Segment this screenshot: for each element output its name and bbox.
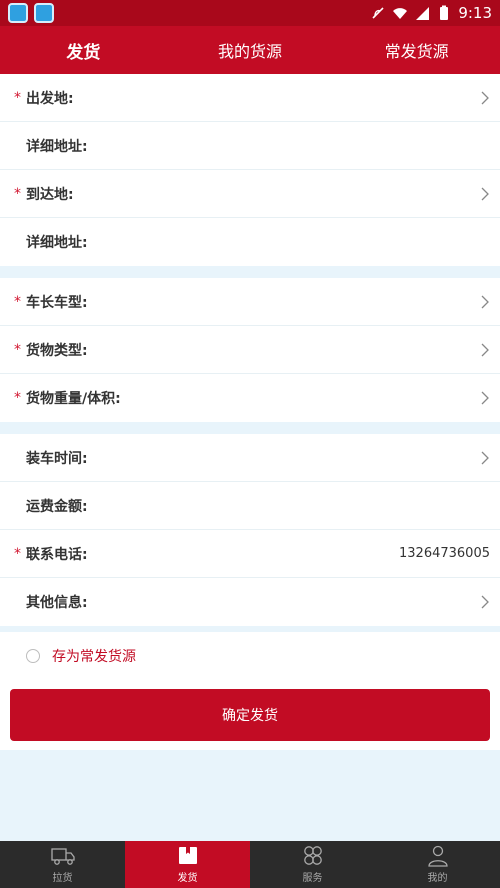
field-label: 详细地址: xyxy=(26,235,88,251)
freight-amount-field[interactable]: 运费金额: xyxy=(0,482,500,530)
bottom-nav: 拉货 发货 服务 我的 xyxy=(0,841,500,888)
chevron-right-icon xyxy=(481,451,489,464)
form-group-route: * 出发地: 详细地址: * 到达地: 详细地址: xyxy=(0,74,500,266)
field-label: 联系电话: xyxy=(26,546,88,563)
tab-my-cargo[interactable]: 我的货源 xyxy=(167,38,334,62)
mute-icon xyxy=(372,7,384,19)
top-nav: 发货 我的货源 常发货源 xyxy=(0,26,500,74)
vehicle-type-field[interactable]: * 车长车型: xyxy=(0,278,500,326)
contact-phone-field[interactable]: * 联系电话: 13264736005 xyxy=(0,530,500,578)
clock: 9:13 xyxy=(458,4,492,22)
cargo-type-field[interactable]: * 货物类型: xyxy=(0,326,500,374)
field-label: 运费金额: xyxy=(26,498,88,515)
confirm-ship-button[interactable]: 确定发货 xyxy=(10,689,490,741)
app-notification-icon xyxy=(8,3,28,23)
destination-address-field[interactable]: 详细地址: xyxy=(0,218,500,266)
other-info-field[interactable]: 其他信息: xyxy=(0,578,500,626)
chevron-right-icon xyxy=(481,391,489,405)
status-indicators: 9:13 xyxy=(370,4,492,22)
notification-icons xyxy=(8,3,54,23)
required-mark: * xyxy=(14,89,21,106)
field-label: 装车时间: xyxy=(26,450,88,467)
form-group-details: 装车时间: 运费金额: * 联系电话: 13264736005 其他信息: xyxy=(0,434,500,626)
field-label: 到达地: xyxy=(26,186,74,203)
chevron-right-icon xyxy=(481,91,489,104)
person-icon xyxy=(427,845,448,867)
wifi-icon xyxy=(393,8,408,19)
nav-label: 发货 xyxy=(177,873,198,884)
save-frequent-option[interactable]: 存为常发货源 xyxy=(0,632,500,680)
field-label: 出发地: xyxy=(26,90,74,107)
required-mark: * xyxy=(14,293,21,310)
app-notification-icon xyxy=(34,3,54,23)
clover-icon xyxy=(303,846,322,865)
nav-item-pull-cargo[interactable]: 拉货 xyxy=(0,841,125,888)
nav-label: 我的 xyxy=(427,873,448,884)
field-label: 货物类型: xyxy=(26,342,88,359)
destination-field[interactable]: * 到达地: xyxy=(0,170,500,218)
nav-label: 服务 xyxy=(302,873,323,884)
status-bar: 9:13 xyxy=(0,0,500,26)
field-label: 货物重量/体积: xyxy=(26,391,121,407)
battery-icon xyxy=(440,5,449,20)
chevron-right-icon xyxy=(481,295,489,308)
field-label: 详细地址: xyxy=(26,138,88,155)
truck-icon xyxy=(50,848,75,865)
chevron-right-icon xyxy=(481,187,489,200)
tab-frequent-cargo[interactable]: 常发货源 xyxy=(333,38,500,62)
nav-label: 拉货 xyxy=(52,873,73,884)
tab-ship[interactable]: 发货 xyxy=(0,38,167,63)
form-group-cargo: * 车长车型: * 货物类型: * 货物重量/体积: xyxy=(0,278,500,422)
chevron-right-icon xyxy=(481,595,489,609)
chevron-right-icon xyxy=(481,343,489,356)
loading-time-field[interactable]: 装车时间: xyxy=(0,434,500,482)
required-mark: * xyxy=(14,341,21,358)
required-mark: * xyxy=(14,390,21,406)
contact-phone-value: 13264736005 xyxy=(399,546,490,561)
cargo-weight-field[interactable]: * 货物重量/体积: xyxy=(0,374,500,422)
nav-item-ship[interactable]: 发货 xyxy=(125,841,250,888)
required-mark: * xyxy=(14,185,21,202)
nav-item-mine[interactable]: 我的 xyxy=(375,841,500,888)
package-icon xyxy=(178,847,197,864)
origin-field[interactable]: * 出发地: xyxy=(0,74,500,122)
nav-item-service[interactable]: 服务 xyxy=(250,841,375,888)
field-label: 其他信息: xyxy=(26,595,88,611)
signal-icon xyxy=(416,7,430,20)
required-mark: * xyxy=(14,545,21,562)
origin-address-field[interactable]: 详细地址: xyxy=(0,122,500,170)
field-label: 车长车型: xyxy=(26,294,88,311)
submit-area: 确定发货 xyxy=(0,680,500,750)
save-frequent-label: 存为常发货源 xyxy=(52,649,136,665)
save-frequent-radio[interactable] xyxy=(26,649,40,663)
